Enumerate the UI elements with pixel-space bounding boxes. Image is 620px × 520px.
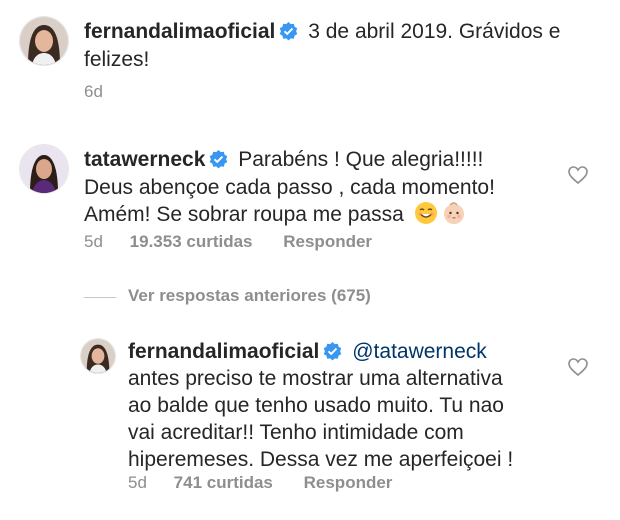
mention-link[interactable]: @tatawerneck <box>352 340 487 363</box>
comment-meta: 5d 19.353 curtidas Responder <box>84 232 372 252</box>
post-caption-line: fernandalimaoficial 3 de abril 2019. Grá… <box>84 18 560 45</box>
post-username[interactable]: fernandalimaoficial <box>84 20 275 43</box>
comment-text-line-3: Amém! Se sobrar roupa me passa <box>84 201 466 228</box>
reply-text-line-2: antes preciso te mostrar uma alternativa <box>128 367 503 390</box>
reply-text-line-4: vai acreditar!! Tenho intimidade com <box>128 421 464 444</box>
avatar[interactable] <box>19 144 69 194</box>
comment-text-line-2: Deus abençoe cada passo , cada momento! <box>84 176 495 199</box>
avatar[interactable] <box>19 16 69 66</box>
reply-button[interactable]: Responder <box>283 232 372 251</box>
comment-time: 5d <box>84 232 103 251</box>
reply-likes[interactable]: 741 curtidas <box>174 473 273 492</box>
verified-badge-icon <box>279 22 298 41</box>
comment-line: tatawerneck Parabéns ! Que alegria!!!!! <box>84 146 483 173</box>
baby-icon <box>442 201 466 225</box>
verified-badge-icon <box>209 150 228 169</box>
smiling-face-icon <box>414 201 438 225</box>
replies-divider <box>84 297 116 298</box>
comment-likes[interactable]: 19.353 curtidas <box>130 232 253 251</box>
post-caption-line-2: felizes! <box>84 48 150 71</box>
view-previous-replies-button[interactable]: Ver respostas anteriores (675) <box>128 286 371 306</box>
post-caption-text: 3 de abril 2019. Grávidos e <box>308 20 561 43</box>
comment-text: Parabéns ! Que alegria!!!!! <box>238 148 484 171</box>
avatar[interactable] <box>80 338 116 374</box>
reply-text-line-3: ao balde que tenho usado muito. Tu nao <box>128 394 504 417</box>
verified-badge-icon <box>323 342 342 361</box>
reply-time: 5d <box>128 473 147 492</box>
post-time: 6d <box>84 82 103 101</box>
view-previous-replies-label[interactable]: Ver respostas anteriores (675) <box>128 286 371 305</box>
reply-button[interactable]: Responder <box>304 473 393 492</box>
comment-username[interactable]: tatawerneck <box>84 148 205 171</box>
reply-username[interactable]: fernandalimaoficial <box>128 340 319 363</box>
comment-text: Amém! Se sobrar roupa me passa <box>84 203 404 226</box>
like-heart-icon[interactable] <box>568 358 588 376</box>
reply-line: fernandalimaoficial @tatawerneck <box>128 338 487 365</box>
reply-text-line-5: hiperemeses. Dessa vez me aperfeiçoei ! <box>128 448 514 471</box>
reply-meta: 5d 741 curtidas Responder <box>128 473 392 493</box>
like-heart-icon[interactable] <box>568 166 588 184</box>
